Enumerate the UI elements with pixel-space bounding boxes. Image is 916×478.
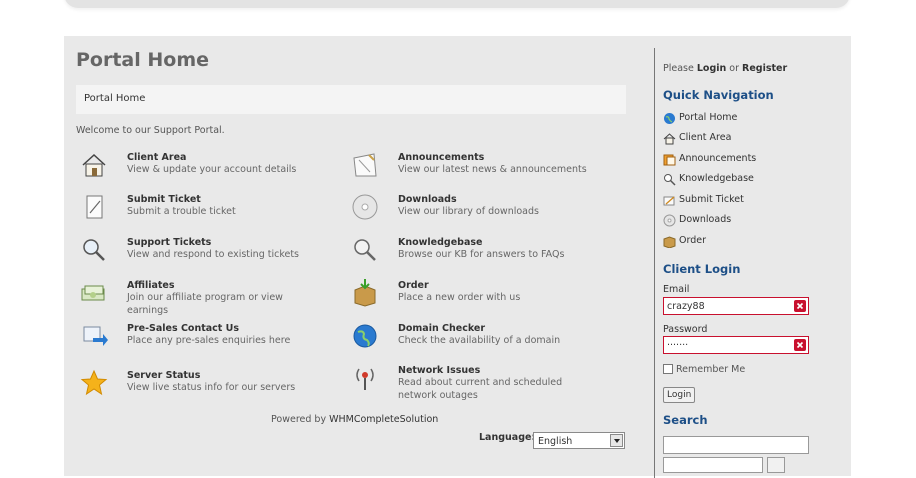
disc-icon (352, 194, 378, 220)
feature-submit-ticket[interactable]: Submit Ticket Submit a trouble ticket (76, 194, 346, 228)
top-header-bar (64, 0, 850, 8)
feature-network-issues[interactable]: Network Issues Read about current and sc… (347, 365, 617, 401)
feature-knowledgebase[interactable]: Knowledgebase Browse our KB for answers … (347, 237, 617, 271)
email-label: Email (663, 284, 690, 295)
powered-by-link[interactable]: WHMCompleteSolution (329, 414, 438, 425)
login-link[interactable]: Login (697, 63, 726, 74)
magnifier-icon (354, 239, 376, 261)
feature-support-tickets[interactable]: Support Tickets View and respond to exis… (76, 237, 346, 271)
email-field[interactable]: crazy88 (663, 297, 809, 315)
error-icon (794, 300, 806, 312)
search-input[interactable] (663, 436, 809, 454)
disc-icon (663, 214, 676, 227)
package-icon (354, 279, 376, 307)
notepad-icon (86, 195, 103, 219)
error-icon (794, 339, 806, 351)
broadcast-icon (356, 368, 374, 390)
send-icon (83, 326, 108, 346)
breadcrumb-item[interactable]: Portal Home (84, 93, 145, 104)
welcome-text: Welcome to our Support Portal. (76, 125, 225, 136)
feature-pre-sales-contact[interactable]: Pre-Sales Contact Us Place any pre-sales… (76, 323, 346, 357)
feature-downloads[interactable]: Downloads View our library of downloads (347, 194, 617, 228)
search-controls (663, 457, 809, 473)
ticket-icon (663, 196, 675, 206)
feature-affiliates[interactable]: Affiliates Join our affiliate program or… (76, 280, 346, 316)
page-title: Portal Home (76, 49, 210, 71)
register-link[interactable]: Register (742, 63, 787, 74)
search-button[interactable] (767, 457, 785, 473)
search-type-select[interactable] (663, 457, 763, 473)
star-icon (80, 369, 108, 396)
globe-icon (353, 324, 377, 348)
feature-server-status[interactable]: Server Status View live status info for … (76, 369, 346, 404)
content-panel: Portal Home Portal Home Welcome to our S… (64, 36, 851, 478)
package-icon (663, 236, 676, 248)
feature-announcements[interactable]: Announcements View our latest news & ann… (347, 152, 617, 186)
house-icon (82, 153, 106, 177)
money-icon (81, 285, 105, 301)
powered-by-text: Powered by WHMCompleteSolution (271, 414, 439, 425)
search-heading: Search (663, 413, 708, 427)
login-register-prompt: Please Login or Register (663, 63, 788, 74)
language-select[interactable]: English (533, 432, 625, 449)
password-field[interactable]: ······· (663, 336, 809, 354)
announcement-icon (663, 154, 676, 166)
magnifier-icon (664, 174, 676, 186)
breadcrumb: Portal Home (76, 85, 626, 114)
quick-navigation-heading: Quick Navigation (663, 88, 774, 102)
magnifier-icon (83, 239, 105, 261)
remember-me-checkbox[interactable] (663, 364, 673, 374)
house-icon (663, 133, 676, 145)
login-button[interactable]: Login (663, 387, 696, 403)
chevron-down-icon[interactable] (610, 434, 623, 447)
password-label: Password (663, 324, 708, 335)
client-login-heading: Client Login (663, 262, 741, 276)
feature-domain-checker[interactable]: Domain Checker Check the availability of… (347, 323, 617, 357)
globe-icon (664, 113, 675, 124)
column-divider (654, 48, 655, 478)
language-label: Language: (479, 432, 536, 443)
announcement-icon (353, 153, 377, 177)
feature-order[interactable]: Order Place a new order with us (347, 279, 617, 314)
feature-client-area[interactable]: Client Area View & update your account d… (76, 152, 346, 186)
